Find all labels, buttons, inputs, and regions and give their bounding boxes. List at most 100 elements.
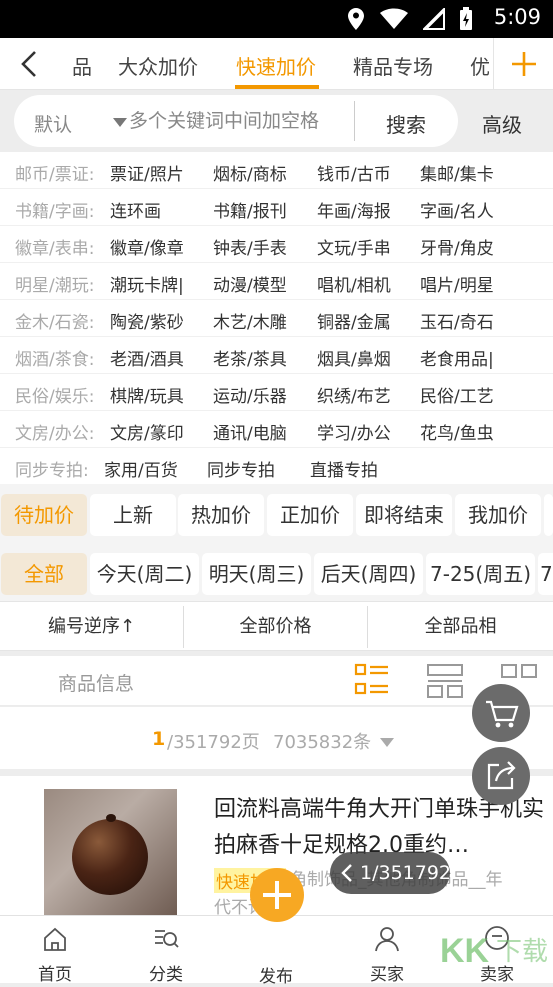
caret-down-icon[interactable] bbox=[113, 118, 127, 127]
category-grid: 邮币/票证: 票证/照片 烟标/商标 钱币/古币 集邮/集卡 书籍/字画: 连环… bbox=[0, 152, 553, 484]
search-box: 默认 搜索 bbox=[14, 95, 458, 147]
sort-order[interactable]: 编号逆序↑ bbox=[0, 602, 183, 652]
category-item[interactable]: 连环画 bbox=[110, 197, 161, 222]
nav-buyer-label: 买家 bbox=[370, 965, 404, 985]
category-item[interactable]: 动漫/模型 bbox=[213, 271, 287, 296]
category-row: 烟酒/茶食: 老酒/酒具 老茶/茶具 烟具/鼻烟 老食用品| bbox=[0, 337, 553, 374]
cart-icon bbox=[486, 700, 519, 728]
nav-home[interactable]: 首页 bbox=[20, 916, 90, 985]
back-button[interactable] bbox=[18, 50, 42, 78]
category-item[interactable]: 潮玩卡牌| bbox=[110, 271, 184, 296]
nav-buyer[interactable]: 买家 bbox=[352, 916, 422, 985]
person-icon bbox=[375, 927, 399, 952]
chevron-left-icon bbox=[21, 51, 36, 77]
category-item[interactable]: 同步专拍 bbox=[207, 456, 275, 481]
category-item[interactable]: 直播专拍 bbox=[310, 456, 378, 481]
bead-hole bbox=[106, 814, 116, 822]
category-item[interactable]: 织绣/布艺 bbox=[317, 382, 391, 407]
sort-quality[interactable]: 全部品相 bbox=[368, 602, 553, 652]
category-item[interactable]: 老茶/茶具 bbox=[213, 345, 287, 370]
svg-text:KK: KK bbox=[440, 932, 490, 970]
sort-price[interactable]: 全部价格 bbox=[184, 602, 367, 652]
signal-icon bbox=[423, 8, 445, 30]
category-item[interactable]: 木艺/木雕 bbox=[213, 308, 287, 333]
share-button[interactable] bbox=[472, 747, 530, 805]
filter-overflow[interactable] bbox=[544, 494, 553, 536]
add-button[interactable] bbox=[493, 38, 553, 90]
category-item[interactable]: 烟标/商标 bbox=[213, 160, 287, 185]
day-tomorrow[interactable]: 明天(周三) bbox=[202, 553, 311, 595]
category-item[interactable]: 字画/名人 bbox=[420, 197, 494, 222]
category-row-label: 书籍/字画: bbox=[15, 202, 95, 222]
category-item[interactable]: 钟表/手表 bbox=[213, 234, 287, 259]
page-indicator-overlay[interactable]: 1/351792 bbox=[330, 852, 452, 894]
category-item[interactable]: 文玩/手串 bbox=[317, 234, 391, 259]
category-item[interactable]: 家用/百货 bbox=[104, 456, 178, 481]
day-date[interactable]: 7-25(周五) bbox=[426, 553, 535, 595]
day-today[interactable]: 今天(周二) bbox=[90, 553, 199, 595]
product-image[interactable] bbox=[44, 789, 177, 916]
day-after-tomorrow[interactable]: 后天(周四) bbox=[314, 553, 423, 595]
category-item[interactable]: 学习/办公 bbox=[317, 419, 391, 444]
category-item[interactable]: 棋牌/玩具 bbox=[110, 382, 184, 407]
tab-dazhong[interactable]: 大众加价 bbox=[118, 51, 198, 80]
day-all[interactable]: 全部 bbox=[1, 553, 87, 595]
tab-kuaisu[interactable]: 快速加价 bbox=[236, 51, 316, 80]
category-item[interactable]: 票证/照片 bbox=[110, 160, 184, 185]
category-row: 金木/石瓷: 陶瓷/紫砂 木艺/木雕 铜器/金属 玉石/奇石 bbox=[0, 300, 553, 337]
category-item[interactable]: 陶瓷/紫砂 bbox=[110, 308, 184, 333]
category-item[interactable]: 民俗/工艺 bbox=[420, 382, 494, 407]
category-item[interactable]: 玉石/奇石 bbox=[420, 308, 494, 333]
category-row: 明星/潮玩: 潮玩卡牌| 动漫/模型 唱机/相机 唱片/明星 bbox=[0, 263, 553, 300]
category-item[interactable]: 通讯/电脑 bbox=[213, 419, 287, 444]
view-label: 商品信息 bbox=[58, 673, 135, 695]
tab-partial-right[interactable]: 优 bbox=[470, 51, 490, 80]
day-overflow[interactable]: 7 bbox=[538, 553, 553, 595]
category-item[interactable]: 老酒/酒具 bbox=[110, 345, 184, 370]
category-row-label: 邮币/票证: bbox=[15, 165, 95, 185]
filter-new[interactable]: 上新 bbox=[90, 494, 176, 536]
current-page[interactable]: 1 bbox=[152, 728, 165, 750]
category-item[interactable]: 钱币/古币 bbox=[317, 160, 391, 185]
filter-mine[interactable]: 我加价 bbox=[455, 494, 541, 536]
battery-icon bbox=[460, 7, 472, 30]
tab-jingpin[interactable]: 精品专场 bbox=[353, 51, 433, 80]
category-item[interactable]: 铜器/金属 bbox=[317, 308, 391, 333]
search-scope-select[interactable]: 默认 bbox=[34, 110, 72, 137]
cart-button[interactable] bbox=[472, 684, 530, 742]
search-divider bbox=[354, 101, 355, 141]
category-item[interactable]: 烟具/鼻烟 bbox=[317, 345, 391, 370]
publish-button[interactable] bbox=[250, 868, 304, 922]
category-item[interactable]: 唱机/相机 bbox=[317, 271, 391, 296]
chevron-left-icon bbox=[341, 864, 352, 882]
filter-active[interactable]: 正加价 bbox=[267, 494, 353, 536]
advanced-search-button[interactable]: 高级 bbox=[482, 109, 522, 138]
filter-hot[interactable]: 热加价 bbox=[178, 494, 264, 536]
filter-ending[interactable]: 即将结束 bbox=[356, 494, 452, 536]
category-item[interactable]: 运动/乐器 bbox=[213, 382, 287, 407]
tab-partial-left[interactable]: 品 bbox=[72, 51, 92, 80]
filter-pending[interactable]: 待加价 bbox=[1, 494, 87, 536]
category-item[interactable]: 花鸟/鱼虫 bbox=[420, 419, 494, 444]
category-item[interactable]: 老食用品| bbox=[420, 345, 494, 370]
nav-home-label: 首页 bbox=[38, 965, 72, 985]
wifi-icon bbox=[380, 8, 408, 29]
category-item[interactable]: 牙骨/角皮 bbox=[420, 234, 494, 259]
page-indicator-text: 1/351792 bbox=[360, 862, 452, 884]
nav-category[interactable]: 分类 bbox=[131, 916, 201, 985]
category-item[interactable]: 唱片/明星 bbox=[420, 271, 494, 296]
search-button[interactable]: 搜索 bbox=[386, 109, 426, 138]
category-item[interactable]: 集邮/集卡 bbox=[420, 160, 494, 185]
category-item[interactable]: 文房/篆印 bbox=[110, 419, 184, 444]
plus-icon bbox=[263, 881, 291, 909]
category-item[interactable]: 徽章/像章 bbox=[110, 234, 184, 259]
status-time: 5:09 bbox=[493, 5, 541, 29]
caret-down-icon[interactable] bbox=[380, 738, 394, 747]
category-item[interactable]: 年画/海报 bbox=[317, 197, 391, 222]
card-view-icon[interactable] bbox=[426, 662, 464, 700]
nav-category-label: 分类 bbox=[149, 965, 183, 985]
search-input[interactable] bbox=[129, 107, 354, 135]
list-view-icon[interactable] bbox=[354, 662, 392, 700]
status-icons bbox=[347, 7, 473, 31]
category-item[interactable]: 书籍/报刊 bbox=[213, 197, 287, 222]
